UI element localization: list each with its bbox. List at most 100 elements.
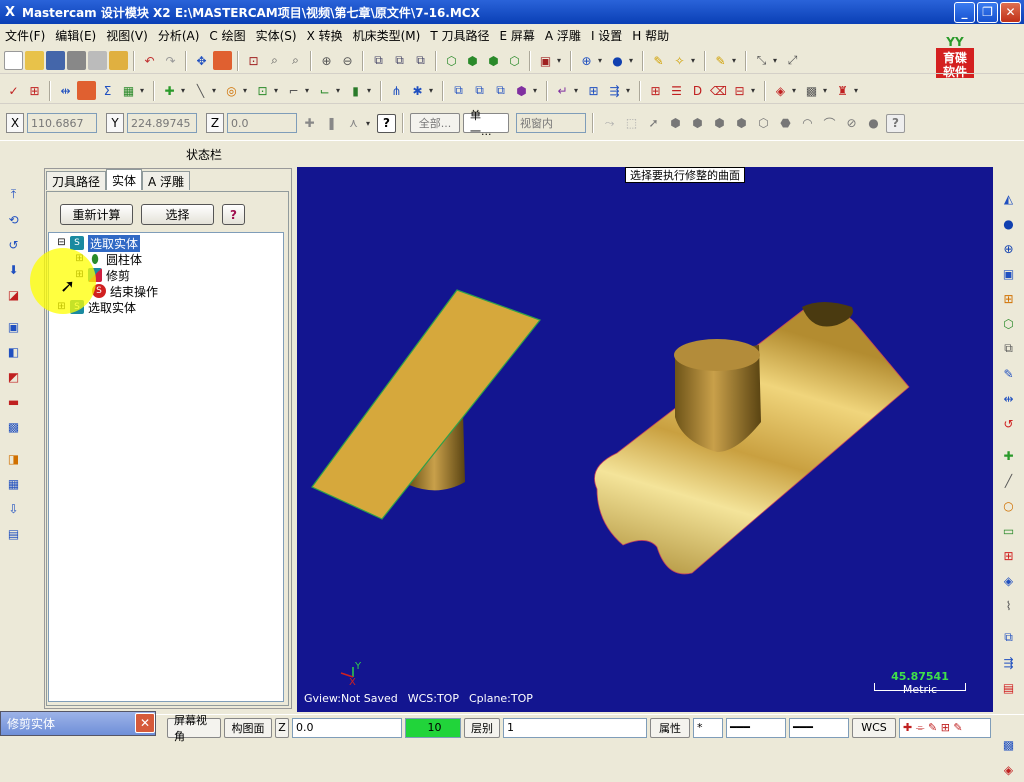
select-option-icon-4[interactable]: ⬢ — [688, 114, 707, 133]
revolve-icon[interactable]: ⟲ — [4, 210, 23, 229]
image-icon[interactable] — [77, 81, 96, 100]
print-icon[interactable] — [67, 51, 86, 70]
properties-icon[interactable] — [109, 51, 128, 70]
y-coordinate-field[interactable]: 224.89745 — [127, 113, 197, 133]
layers-icon[interactable]: ⊟ — [730, 81, 749, 100]
menu-screen[interactable]: E 屏幕 — [495, 27, 540, 44]
solid-layout-icon[interactable]: ◨ — [4, 449, 23, 468]
sweep-icon[interactable]: ↺ — [4, 235, 23, 254]
stretch-icon[interactable]: ⇶ — [605, 81, 624, 100]
view-select[interactable]: 视窗内 — [516, 113, 586, 133]
trimmed-pipe-solid[interactable] — [594, 302, 910, 575]
line-tool-icon[interactable]: ╱ — [999, 471, 1018, 490]
shell-icon[interactable]: ▣ — [4, 317, 23, 336]
wire-cube-icon[interactable]: ⬡ — [999, 314, 1018, 333]
help-icon-2[interactable]: ? — [886, 113, 905, 133]
menu-edit[interactable]: 编辑(E) — [50, 27, 101, 44]
open-file-icon[interactable] — [25, 51, 44, 70]
paint-icon[interactable]: ◈ — [771, 81, 790, 100]
layout-icon[interactable]: ⧉ — [999, 339, 1018, 358]
z-coordinate-field[interactable]: 0.0 — [227, 113, 297, 133]
save-icon[interactable] — [46, 51, 65, 70]
confirm-icon[interactable]: ● — [864, 114, 883, 133]
single-button[interactable]: 单一... — [463, 109, 509, 138]
trim-solid-icon[interactable]: ▬ — [4, 392, 23, 411]
line-width-select[interactable]: ━━━ — [789, 717, 849, 738]
pan-icon[interactable]: ✥ — [192, 51, 211, 70]
print-preview-icon[interactable] — [88, 51, 107, 70]
cplane-button[interactable]: 构图面 — [224, 717, 272, 738]
help-button[interactable]: ? — [222, 204, 245, 225]
zoom-out-icon[interactable]: ⊖ — [338, 51, 357, 70]
line-icon[interactable]: ╲ — [191, 81, 210, 100]
select-option-icon-3[interactable]: ⬢ — [666, 114, 685, 133]
loft-icon[interactable]: ⬇ — [4, 260, 23, 279]
x-coordinate-field[interactable]: 110.6867 — [27, 113, 97, 133]
circle-tool-icon[interactable]: ○ — [999, 496, 1018, 515]
array-icon[interactable]: ⊞ — [584, 81, 603, 100]
extrude-icon[interactable]: ⤒ — [4, 185, 23, 204]
select-option-icon-8[interactable]: ⬣ — [776, 114, 795, 133]
cancel-icon[interactable]: ⊘ — [842, 114, 861, 133]
menu-xform[interactable]: X 转换 — [302, 27, 348, 44]
level-button[interactable]: 层别 — [464, 717, 500, 738]
select-option-icon-6[interactable]: ⬢ — [732, 114, 751, 133]
z-label[interactable]: Z — [206, 113, 224, 133]
graphics-viewport[interactable]: Y X — [297, 167, 993, 712]
help-icon[interactable]: ? — [377, 113, 396, 133]
shade-icon-3[interactable]: ⧉ — [411, 51, 430, 70]
fast-point-icon[interactable]: ❚ — [322, 114, 341, 133]
select-option-icon-5[interactable]: ⬢ — [710, 114, 729, 133]
level-field[interactable]: 1 — [503, 717, 647, 738]
menu-toolpaths[interactable]: T 刀具路径 — [425, 27, 494, 44]
line-style-select[interactable]: ━━━ — [726, 717, 786, 738]
solid-tool-icon[interactable]: ◈ — [999, 571, 1018, 590]
z-depth-field[interactable]: 0.0 — [292, 717, 402, 738]
redo-icon[interactable]: ↷ — [161, 51, 180, 70]
stretch-tool-icon[interactable]: ⇶ — [999, 653, 1018, 672]
cube-wire-icon[interactable]: ⬡ — [442, 51, 461, 70]
fillet-icon[interactable]: ⊡ — [253, 81, 272, 100]
solid-view-icon[interactable]: ▦ — [4, 474, 23, 493]
axis-icon[interactable]: ⤡ — [752, 51, 771, 70]
menu-solids[interactable]: 实体(S) — [251, 27, 302, 44]
solid-import-icon[interactable]: ⇩ — [4, 499, 23, 518]
chamfer-icon[interactable]: ⌙ — [315, 81, 334, 100]
offset-tool-icon[interactable]: ⌇ — [999, 596, 1018, 615]
xform-icon-1[interactable]: ⧉ — [449, 81, 468, 100]
globe-icon[interactable]: ⊕ — [999, 239, 1018, 258]
select-option-icon-1[interactable]: ⤳ — [600, 114, 619, 133]
mesh-icon[interactable]: ▩ — [802, 81, 821, 100]
offset-icon[interactable]: ↵ — [553, 81, 572, 100]
break-icon[interactable]: ✱ — [408, 81, 427, 100]
zoom-window-icon[interactable]: ⌕ — [265, 51, 284, 70]
cylinder-tool-icon[interactable]: ▮ — [346, 81, 365, 100]
list-icon[interactable]: ☰ — [667, 81, 686, 100]
menu-analyze[interactable]: 分析(A) — [153, 27, 205, 44]
dimension-icon[interactable]: ⇹ — [56, 81, 75, 100]
rotate-icon[interactable]: ↺ — [999, 414, 1018, 433]
xform-icon-2[interactable]: ⧉ — [470, 81, 489, 100]
thicken-icon[interactable]: ▩ — [4, 417, 23, 436]
menu-help[interactable]: H 帮助 — [627, 27, 674, 44]
z-label-button[interactable]: Z — [275, 717, 289, 738]
recalc-button[interactable]: 重新计算 — [60, 204, 133, 225]
rectangle-tool-icon[interactable]: ▭ — [999, 521, 1018, 540]
screen-view-button[interactable]: 屏幕视角 — [167, 714, 221, 743]
sphere-icon[interactable]: ● — [999, 214, 1018, 233]
menu-file[interactable]: 文件(F) — [0, 27, 50, 44]
select-option-icon-9[interactable]: ◠ — [798, 114, 817, 133]
point-style-select[interactable]: * — [693, 717, 723, 738]
cube-solid-icon[interactable]: ⬢ — [463, 51, 482, 70]
grid-icon[interactable]: ⊞ — [25, 81, 44, 100]
tab-solids[interactable]: 实体 — [106, 169, 143, 190]
xform-icon-3[interactable]: ⧉ — [491, 81, 510, 100]
minimize-button[interactable]: _ — [954, 1, 975, 23]
fillet-solid-icon[interactable]: ◪ — [4, 285, 23, 304]
save-view-icon[interactable]: ▣ — [999, 264, 1018, 283]
shade-toggle-icon[interactable]: ◭ — [999, 189, 1018, 208]
grid-tool-icon[interactable]: ⊞ — [999, 546, 1018, 565]
fit-icon[interactable]: ⊡ — [244, 51, 263, 70]
menu-settings[interactable]: I 设置 — [586, 27, 627, 44]
menu-machine-type[interactable]: 机床类型(M) — [348, 27, 426, 44]
